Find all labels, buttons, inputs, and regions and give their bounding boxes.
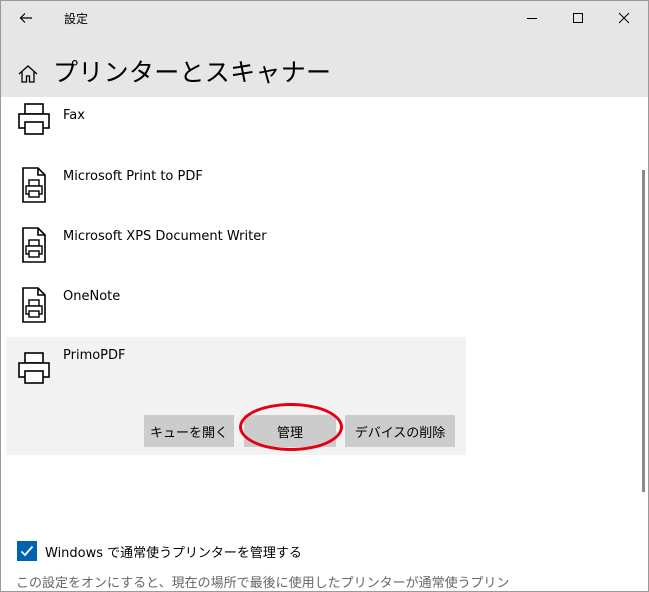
window-title: 設定 (64, 12, 89, 26)
document-printer-icon (22, 287, 46, 323)
list-item-selected[interactable]: PrimoPDF キューを開く 管理 デバイスの削除 (6, 337, 466, 455)
checkmark-icon (20, 545, 34, 557)
remove-device-button[interactable]: デバイスの削除 (345, 415, 455, 447)
manage-default-checkbox[interactable] (17, 541, 37, 561)
maximize-button[interactable] (555, 1, 601, 34)
title-bar: 設定 (1, 1, 648, 35)
page-title: プリンターとスキャナー (53, 58, 332, 87)
printer-icon (18, 352, 50, 384)
list-item[interactable]: Microsoft Print to PDF (6, 156, 466, 216)
list-item[interactable]: Fax (6, 97, 466, 156)
printer-name: PrimoPDF (63, 348, 126, 363)
checkbox-label: Windows で通常使うプリンターを管理する (45, 545, 302, 561)
document-printer-icon (22, 227, 46, 263)
scrollbar-thumb[interactable] (642, 170, 645, 492)
manage-button[interactable]: 管理 (244, 415, 336, 447)
minimize-button[interactable] (509, 1, 555, 34)
printer-icon (18, 103, 50, 135)
back-button[interactable] (10, 3, 42, 33)
printer-name: Microsoft Print to PDF (63, 169, 203, 184)
home-icon[interactable] (17, 63, 39, 85)
manage-default-printer-option[interactable]: Windows で通常使うプリンターを管理する (17, 540, 302, 562)
close-button[interactable] (601, 1, 647, 34)
arrow-left-icon (19, 13, 32, 23)
open-queue-button[interactable]: キューを開く (144, 415, 234, 447)
option-description: この設定をオンにすると、現在の場所で最後に使用したプリンターが通常使うプリン (16, 576, 510, 591)
maximize-icon (573, 12, 583, 23)
close-icon (618, 12, 630, 23)
printer-name: Fax (63, 108, 85, 123)
document-printer-icon (22, 167, 46, 203)
printer-name: OneNote (63, 289, 121, 304)
list-item[interactable]: Microsoft XPS Document Writer (6, 216, 466, 276)
list-item[interactable]: OneNote (6, 276, 466, 336)
printer-name: Microsoft XPS Document Writer (63, 229, 267, 244)
printer-list-pane: Fax Microsoft Print to PDF Microsoft XPS… (1, 97, 648, 591)
page-header: プリンターとスキャナー (1, 35, 648, 97)
minimize-icon (527, 17, 537, 19)
